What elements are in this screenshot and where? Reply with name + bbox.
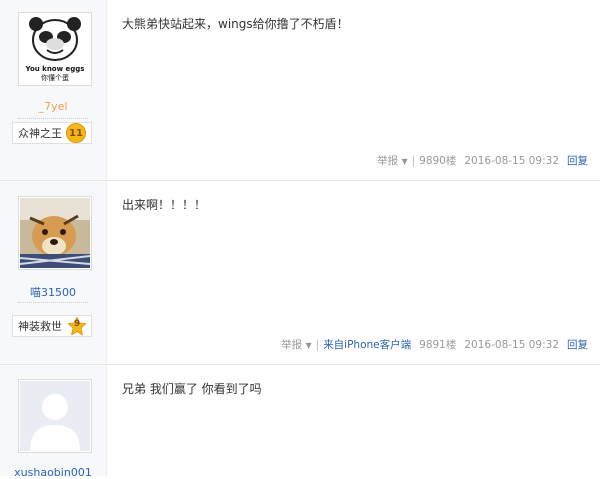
star-level-icon: 9 — [68, 317, 86, 335]
report-button[interactable]: 举报 ▼ — [281, 337, 312, 352]
member-badge[interactable]: 众神之王 11 — [12, 122, 92, 144]
post-tail: 举报 ▼ | 9890楼 2016-08-15 09:32 回复 — [377, 153, 588, 168]
badge-title: 众神之王 — [18, 127, 62, 140]
post-tail: 举报 ▼ | 来自iPhone客户端 9891楼 2016-08-15 09:3… — [281, 337, 588, 352]
username[interactable]: xushaobin001 — [0, 466, 106, 479]
username[interactable]: 喵31500 — [0, 284, 106, 300]
post-content: 兄弟 我们赢了 你看到了吗 — [122, 382, 262, 396]
default-user-avatar-icon — [20, 381, 90, 451]
panda-meme-avatar-icon: You know eggs 你懂个蛋 — [20, 14, 90, 84]
avatar[interactable] — [18, 379, 92, 453]
post-9891: 喵31500 神装救世 9 出来啊！！！！ 举报 ▼ | 来自iPhone客户端… — [0, 181, 600, 365]
username[interactable]: _7yel — [0, 100, 106, 113]
post-time: 2016-08-15 09:32 — [464, 338, 559, 351]
post-content: 出来啊！！！！ — [122, 198, 207, 212]
separator: | — [411, 154, 416, 167]
badge-title: 神装救世 — [18, 320, 62, 333]
member-badge[interactable]: 神装救世 9 — [12, 315, 92, 337]
floor-number: 9891楼 — [419, 339, 457, 351]
author-sidebar: You know eggs 你懂个蛋 _7yel 众神之王 11 — [0, 0, 107, 180]
chevron-down-icon: ▼ — [305, 341, 312, 350]
post-time: 2016-08-15 09:32 — [464, 154, 559, 167]
avatar[interactable]: You know eggs 你懂个蛋 — [18, 12, 92, 86]
level-icon: 11 — [66, 123, 86, 143]
floor-number: 9890楼 — [419, 155, 457, 167]
avatar[interactable] — [18, 196, 92, 270]
dog-photo-avatar-icon — [20, 198, 90, 268]
author-sidebar: 喵31500 神装救世 9 — [0, 181, 107, 364]
divider — [18, 302, 88, 303]
avatar-caption-cn: 你懂个蛋 — [41, 73, 69, 82]
author-sidebar: xushaobin001 — [0, 365, 107, 479]
separator: | — [315, 338, 320, 351]
post-content: 大熊弟快站起来，wings给你撸了不朽盾！ — [122, 17, 349, 31]
divider — [18, 118, 88, 119]
post-9890: You know eggs 你懂个蛋 _7yel 众神之王 11 大熊弟快站起来… — [0, 0, 600, 181]
reply-link[interactable]: 回复 — [567, 153, 588, 168]
post-9892: xushaobin001 兄弟 我们赢了 你看到了吗 — [0, 365, 600, 479]
report-button[interactable]: 举报 ▼ — [377, 153, 408, 168]
chevron-down-icon: ▼ — [401, 157, 408, 166]
avatar-caption-en: You know eggs — [25, 65, 85, 73]
reply-link[interactable]: 回复 — [567, 337, 588, 352]
level-number: 9 — [73, 319, 81, 329]
client-source-link[interactable]: 来自iPhone客户端 — [323, 337, 411, 352]
